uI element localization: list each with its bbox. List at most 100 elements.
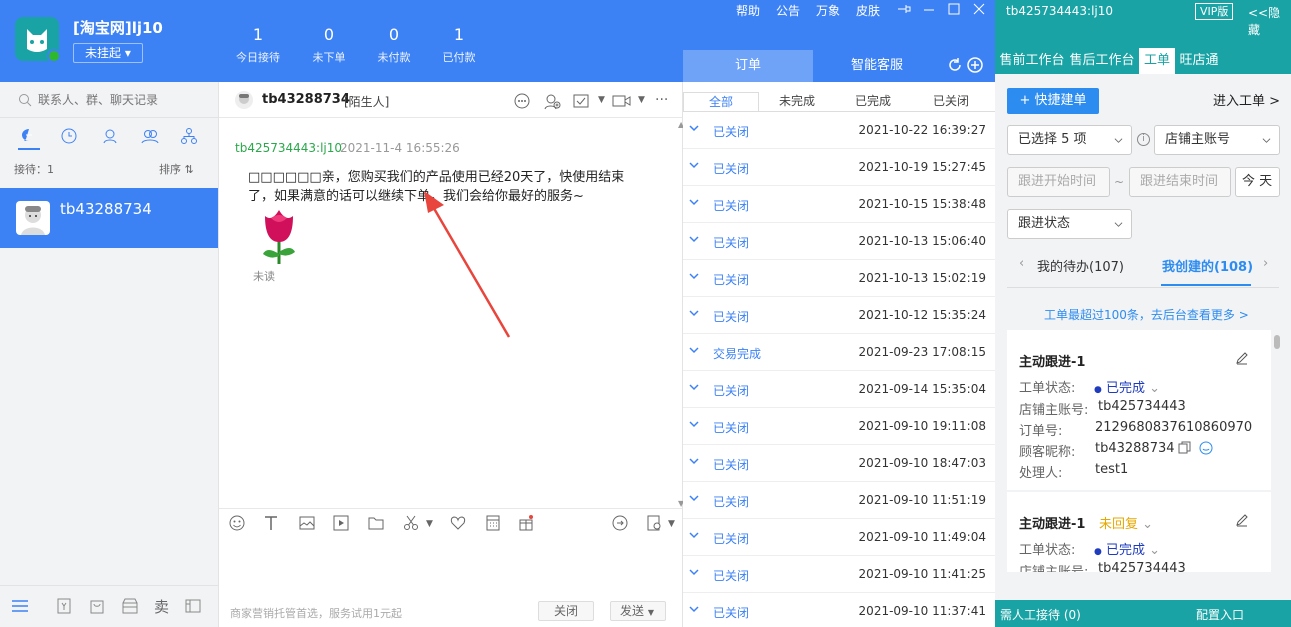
search-input[interactable] [38, 90, 208, 110]
reply-status-tag[interactable]: 未回复 ⌄ [1099, 513, 1153, 532]
quick-create-button[interactable]: + 快捷建单 [1007, 88, 1099, 114]
tab-ticket[interactable]: 工单 [1139, 48, 1175, 74]
send-button[interactable]: 发送 ▼ [610, 601, 666, 621]
chevron-down-icon[interactable] [689, 197, 699, 207]
filter-complete[interactable]: 已完成 [835, 92, 911, 112]
today-button[interactable]: 今 天 [1235, 167, 1280, 197]
order-row[interactable]: 已关闭 2021-10-12 15:35:24 [683, 297, 995, 334]
shop-account-dropdown[interactable]: 店铺主账号 [1154, 125, 1280, 155]
chevron-down-icon[interactable]: ▼ [598, 95, 605, 105]
status-value[interactable]: ● 已完成 ⌄ [1094, 377, 1160, 396]
contact-item-active[interactable]: tb43288734 [0, 188, 218, 248]
close-icon[interactable] [972, 2, 986, 16]
chevron-down-icon[interactable] [689, 604, 699, 614]
tab-aftersale[interactable]: 售后工作台 [1069, 48, 1135, 74]
sell-icon[interactable]: 卖 [154, 596, 169, 617]
tab-wangdiantong[interactable]: 旺店通 [1179, 48, 1219, 74]
group-icon[interactable] [141, 127, 159, 145]
chevron-down-icon[interactable] [689, 419, 699, 429]
add-user-icon[interactable] [543, 92, 561, 110]
tab-presale[interactable]: 售前工作台 [999, 48, 1065, 74]
end-time-input[interactable]: 跟进结束时间 [1129, 167, 1231, 197]
filter-closed[interactable]: 已关闭 [913, 92, 989, 112]
record-icon[interactable] [645, 514, 663, 532]
order-row[interactable]: 已关闭 2021-09-10 11:49:04 [683, 519, 995, 556]
menu-notice[interactable]: 公告 [776, 2, 800, 19]
order-row[interactable]: 已关闭 2021-09-10 11:51:19 [683, 482, 995, 519]
start-time-input[interactable]: 跟进开始时间 [1007, 167, 1110, 197]
copy-icon[interactable] [1178, 441, 1191, 454]
refresh-icon[interactable] [946, 56, 964, 74]
order-row[interactable]: 已关闭 2021-09-14 15:35:04 [683, 371, 995, 408]
maximize-icon[interactable] [947, 2, 961, 16]
order-row[interactable]: 已关闭 2021-10-15 15:38:48 [683, 186, 995, 223]
order-row[interactable]: 已关闭 2021-09-10 18:47:03 [683, 445, 995, 482]
chevron-down-icon[interactable] [689, 456, 699, 466]
order-row[interactable]: 已关闭 2021-09-10 19:11:08 [683, 408, 995, 445]
stat-today[interactable]: 1 今日接待 [228, 25, 288, 65]
chevron-down-icon[interactable]: ▼ [426, 519, 433, 529]
coupon-icon[interactable] [55, 597, 73, 615]
filter-all[interactable]: 全部 [683, 92, 759, 112]
heart-icon[interactable] [449, 514, 467, 532]
customer-service-icon[interactable] [513, 92, 531, 110]
tab-orders[interactable]: 订单 [683, 50, 813, 82]
enter-ticket-link[interactable]: 进入工单 > [1213, 90, 1280, 109]
menu-help[interactable]: 帮助 [736, 2, 760, 19]
chevron-down-icon[interactable] [689, 530, 699, 540]
ticket-card[interactable]: 主动跟进-1 未回复 ⌄ 工单状态: ● 已完成 ⌄ 店铺主账号: tb4257… [1007, 492, 1271, 572]
order-row[interactable]: 已关闭 2021-10-19 15:27:45 [683, 149, 995, 186]
chat-bubble-icon[interactable] [20, 127, 38, 145]
task-icon[interactable] [572, 92, 590, 110]
chevron-down-icon[interactable] [689, 271, 699, 281]
chevron-left-icon[interactable]: ‹ [1019, 256, 1024, 271]
chevron-down-icon[interactable] [689, 382, 699, 392]
scissors-icon[interactable] [402, 514, 420, 532]
font-icon[interactable] [262, 514, 280, 532]
chevron-down-icon[interactable] [689, 567, 699, 577]
org-chart-icon[interactable] [180, 127, 198, 145]
chevron-down-icon[interactable]: ▼ [638, 95, 645, 105]
store-icon[interactable] [121, 597, 139, 615]
tab-smart-service[interactable]: 智能客服 [813, 50, 941, 82]
history-icon[interactable] [60, 127, 78, 145]
ticket-card[interactable]: 主动跟进-1 工单状态: ● 已完成 ⌄ 店铺主账号: tb425734443 … [1007, 330, 1271, 490]
order-row[interactable]: 已关闭 2021-10-13 15:06:40 [683, 223, 995, 260]
tab-my-created[interactable]: 我创建的(108) [1162, 256, 1253, 275]
video-play-icon[interactable] [332, 514, 350, 532]
stat-paid[interactable]: 1 已付款 [429, 25, 489, 65]
menu-skin[interactable]: 皮肤 [856, 2, 880, 19]
edit-icon[interactable] [1235, 351, 1249, 365]
more-icon[interactable]: ··· [655, 92, 668, 108]
pin-icon[interactable] [896, 2, 912, 16]
chevron-down-icon[interactable] [689, 308, 699, 318]
stat-unordered[interactable]: 0 未下单 [299, 25, 359, 65]
menu-wanxiang[interactable]: 万象 [816, 2, 840, 19]
bag-icon[interactable] [88, 597, 106, 615]
follow-status-dropdown[interactable]: 跟进状态 [1007, 209, 1132, 239]
order-row[interactable]: 已关闭 2021-09-10 11:37:41 [683, 593, 995, 627]
order-row[interactable]: 交易完成 2021-09-23 17:08:15 [683, 334, 995, 371]
stat-unpaid[interactable]: 0 未付款 [364, 25, 424, 65]
selected-filter-dropdown[interactable]: 已选择 5 项 [1007, 125, 1132, 155]
add-circle-icon[interactable] [966, 56, 984, 74]
chevron-down-icon[interactable] [689, 493, 699, 503]
video-icon[interactable] [612, 92, 631, 110]
chat-link-icon[interactable] [1199, 441, 1213, 455]
sort-button[interactable]: 排序 ⇅ [159, 161, 194, 177]
order-row[interactable]: 已关闭 2021-10-22 16:39:27 [683, 112, 995, 149]
status-dropdown[interactable]: 未挂起 ▾ [73, 43, 143, 63]
edit-icon[interactable] [1235, 513, 1249, 527]
gift-icon[interactable] [517, 514, 535, 532]
image-icon[interactable] [298, 514, 316, 532]
scrollbar-thumb[interactable] [1274, 335, 1280, 349]
hide-button[interactable]: <<隐藏 [1248, 4, 1291, 38]
config-entry-link[interactable]: 配置入口 [1196, 606, 1244, 623]
quick-reply-icon[interactable] [611, 514, 629, 532]
order-row[interactable]: 已关闭 2021-10-13 15:02:19 [683, 260, 995, 297]
manual-reception-link[interactable]: 需人工接待 (0) [1000, 606, 1081, 623]
info-icon[interactable]: i [1137, 133, 1150, 146]
calculator-icon[interactable] [484, 514, 502, 532]
chevron-right-icon[interactable]: › [1263, 256, 1268, 271]
panel-icon[interactable] [184, 597, 202, 615]
